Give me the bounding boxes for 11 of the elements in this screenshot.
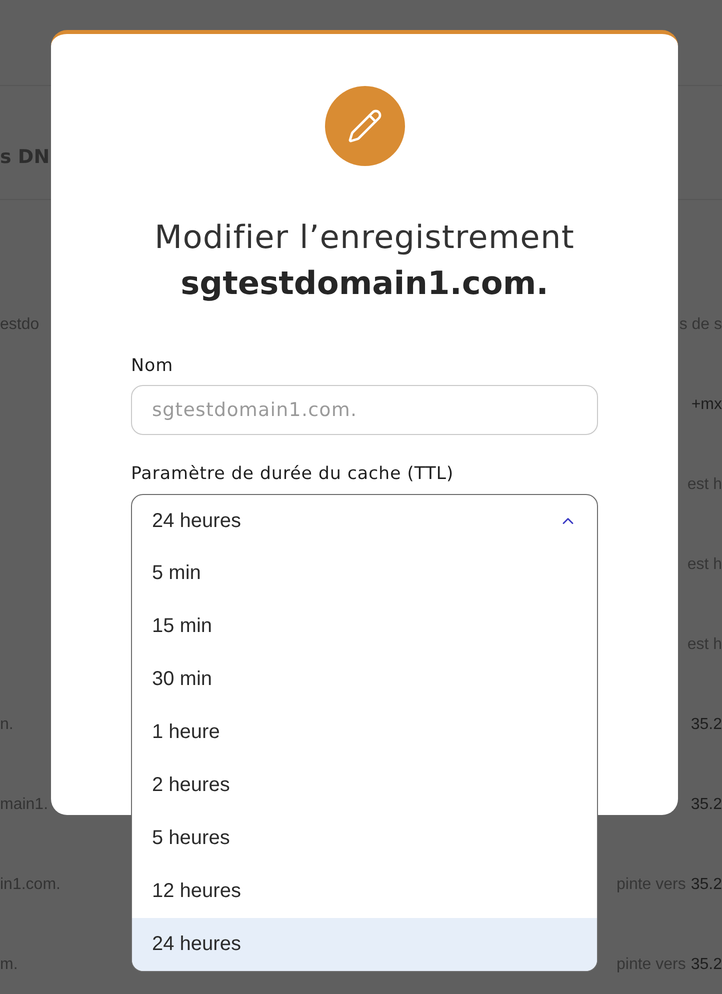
record-value: 35.2 [690,715,722,735]
ttl-select[interactable]: 24 heures [132,495,597,547]
record-value: +mx [691,395,722,415]
field-label: Nom [131,356,174,376]
record-value: 35.2 [690,875,722,895]
dropdown-option[interactable]: 24 heures [132,918,597,971]
record-value: 35.2 [690,795,722,815]
field-label: Paramètre de durée du cache (TTL) [131,464,455,484]
record-value: 35.2 [690,955,722,975]
name-input-field[interactable]: sgtestdomain1.com. [131,385,598,435]
dialog-title: Modifier l’enregistrement sgtestdomain1.com. [154,217,576,304]
